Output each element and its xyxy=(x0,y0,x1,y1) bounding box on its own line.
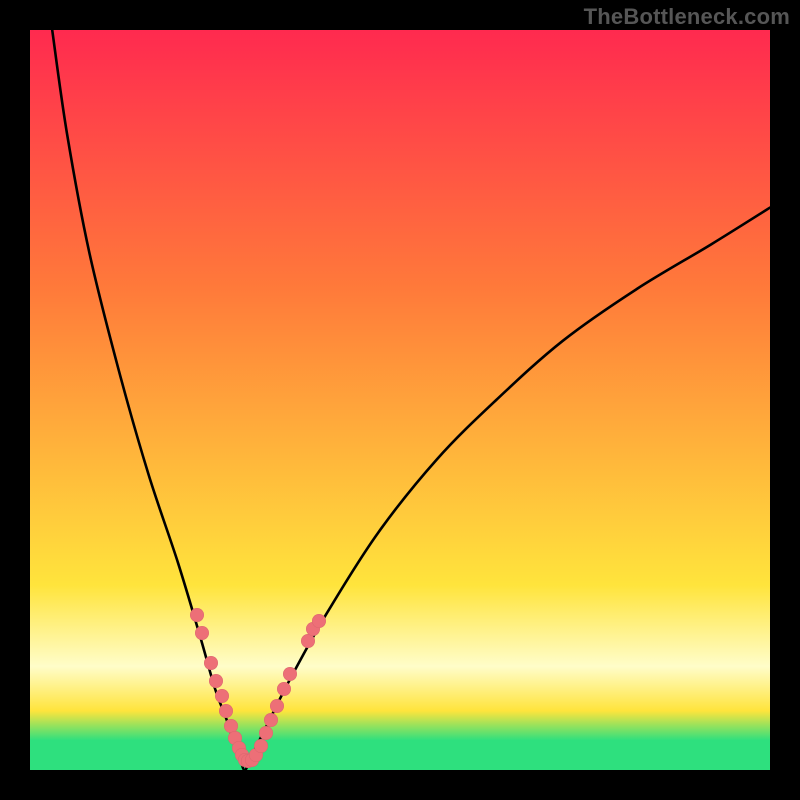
attribution-text: TheBottleneck.com xyxy=(584,4,790,30)
data-point xyxy=(204,656,218,670)
plot-area xyxy=(30,30,770,770)
data-point xyxy=(254,739,268,753)
data-point xyxy=(215,689,229,703)
data-point xyxy=(190,608,204,622)
data-point xyxy=(277,682,291,696)
curve-path xyxy=(52,30,770,770)
chart-stage: TheBottleneck.com xyxy=(0,0,800,800)
data-point xyxy=(270,699,284,713)
data-point xyxy=(219,704,233,718)
data-point xyxy=(259,726,273,740)
data-point xyxy=(312,614,326,628)
bottleneck-curve xyxy=(30,30,770,770)
